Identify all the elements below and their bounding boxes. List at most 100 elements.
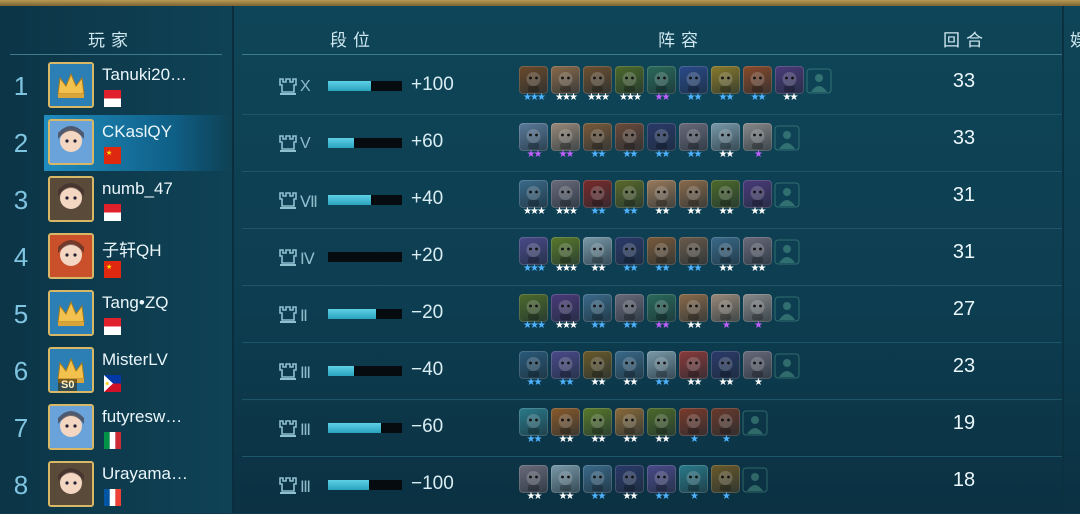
player-name[interactable]: CKaslQY bbox=[102, 122, 172, 142]
unit-portrait[interactable]: ★ bbox=[710, 294, 741, 332]
leaderboard-row[interactable]: 5 Tang•ZQ Ⅱ −20 ★★★ ★★★ ★★ ★★ ★★ ★★ ★ ★ 27 bbox=[0, 286, 1062, 343]
unit-portrait[interactable]: ★★ bbox=[678, 351, 709, 389]
leaderboard-row[interactable]: 7 futyresw… Ⅲ −60 ★★ ★★ ★★ ★★ ★★ ★ ★ 19 bbox=[0, 400, 1062, 457]
unit-portrait[interactable]: ★ bbox=[710, 408, 741, 446]
unit-portrait[interactable]: ★★ bbox=[678, 180, 709, 218]
unit-portrait[interactable]: ★★ bbox=[518, 351, 549, 389]
unit-portrait[interactable]: ★★ bbox=[646, 180, 677, 218]
leaderboard-row[interactable]: 6 S0 MisterLV Ⅲ −40 ★★ ★★ ★★ ★★ ★★ ★★ ★★ ★ 23 bbox=[0, 343, 1062, 400]
player-name[interactable]: 子轩QH bbox=[102, 236, 162, 261]
unit-portrait[interactable]: ★★★ bbox=[550, 294, 581, 332]
unit-portrait[interactable]: ★★ bbox=[582, 123, 613, 161]
unit-portrait[interactable]: ★★★ bbox=[614, 66, 645, 104]
unit-portrait[interactable]: ★★★ bbox=[518, 66, 549, 104]
unit-portrait[interactable]: ★★ bbox=[646, 351, 677, 389]
unit-portrait[interactable]: ★★ bbox=[614, 237, 645, 275]
player-avatar[interactable]: S0 bbox=[48, 347, 94, 393]
unit-face-icon bbox=[711, 294, 740, 322]
unit-portrait[interactable]: ★★ bbox=[646, 66, 677, 104]
unit-star-level: ★ bbox=[722, 434, 731, 445]
unit-portrait[interactable]: ★★ bbox=[646, 237, 677, 275]
unit-face-icon bbox=[679, 351, 708, 379]
unit-portrait[interactable]: ★★ bbox=[678, 294, 709, 332]
unit-portrait[interactable]: ★ bbox=[742, 351, 773, 389]
leaderboard-row[interactable]: 3 numb_47 Ⅶ +40 ★★★ ★★★ ★★ ★★ ★★ ★★ ★★ ★★ 31 bbox=[0, 172, 1062, 229]
unit-portrait[interactable]: ★ bbox=[742, 123, 773, 161]
leaderboard-row[interactable]: 2 CKaslQY ★ V +60 ★★ ★★ ★★ ★★ ★★ ★★ ★★ ★ 33 bbox=[0, 115, 1062, 172]
unit-portrait[interactable]: ★★★ bbox=[582, 66, 613, 104]
player-name[interactable]: MisterLV bbox=[102, 350, 168, 370]
unit-portrait[interactable]: ★★ bbox=[678, 237, 709, 275]
unit-portrait[interactable]: ★★ bbox=[582, 351, 613, 389]
unit-portrait[interactable]: ★★ bbox=[710, 66, 741, 104]
player-name[interactable]: Tanuki20… bbox=[102, 65, 187, 85]
unit-portrait[interactable]: ★ bbox=[710, 465, 741, 503]
unit-portrait[interactable]: ★★ bbox=[582, 294, 613, 332]
unit-portrait[interactable]: ★★ bbox=[582, 408, 613, 446]
leaderboard-row[interactable]: 4 子轩QH ★ Ⅳ +20 ★★★ ★★★ ★★ ★★ ★★ ★★ ★★ ★★ 31 bbox=[0, 229, 1062, 286]
unit-lineup: ★★★ ★★★ ★★ ★★ ★★ ★★ ★★ ★★ bbox=[518, 180, 773, 218]
unit-portrait[interactable]: ★★★ bbox=[518, 180, 549, 218]
rating-change: +60 bbox=[411, 131, 444, 152]
empty-slot-icon bbox=[742, 410, 768, 436]
unit-portrait[interactable]: ★★ bbox=[550, 465, 581, 503]
unit-portrait[interactable]: ★★ bbox=[710, 237, 741, 275]
unit-star-level: ★★ bbox=[590, 320, 607, 331]
leaderboard-row[interactable]: 1 Tanuki20… X +100 ★★★ ★★★ ★★★ ★★★ ★★ ★★ ★★ ★★ ★★ 33 bbox=[0, 58, 1062, 115]
unit-portrait[interactable]: ★★ bbox=[678, 123, 709, 161]
unit-portrait[interactable]: ★★ bbox=[774, 66, 805, 104]
unit-portrait[interactable]: ★★ bbox=[710, 351, 741, 389]
unit-face-icon bbox=[551, 408, 580, 436]
player-avatar[interactable] bbox=[48, 233, 94, 279]
unit-star-level: ★★ bbox=[654, 377, 671, 388]
unit-portrait[interactable]: ★★ bbox=[646, 294, 677, 332]
unit-portrait[interactable]: ★★ bbox=[550, 351, 581, 389]
player-avatar[interactable] bbox=[48, 176, 94, 222]
empty-slot-icon bbox=[774, 353, 800, 379]
unit-portrait[interactable]: ★★ bbox=[582, 465, 613, 503]
unit-portrait[interactable]: ★★ bbox=[614, 123, 645, 161]
player-name[interactable]: Tang•ZQ bbox=[102, 293, 168, 313]
player-avatar[interactable] bbox=[48, 62, 94, 108]
unit-portrait[interactable]: ★★ bbox=[614, 465, 645, 503]
unit-face-icon bbox=[711, 123, 740, 151]
unit-portrait[interactable]: ★★ bbox=[646, 123, 677, 161]
unit-portrait[interactable]: ★★ bbox=[614, 180, 645, 218]
unit-portrait[interactable]: ★★ bbox=[646, 408, 677, 446]
player-name[interactable]: Urayama… bbox=[102, 464, 188, 484]
unit-portrait[interactable]: ★ bbox=[678, 465, 709, 503]
unit-portrait[interactable]: ★★ bbox=[646, 465, 677, 503]
unit-portrait[interactable]: ★★★ bbox=[518, 294, 549, 332]
unit-portrait[interactable]: ★★ bbox=[518, 408, 549, 446]
unit-portrait[interactable]: ★ bbox=[678, 408, 709, 446]
player-name[interactable]: futyresw… bbox=[102, 407, 182, 427]
unit-portrait[interactable]: ★★ bbox=[710, 123, 741, 161]
unit-portrait[interactable]: ★★★ bbox=[550, 180, 581, 218]
unit-portrait[interactable]: ★★ bbox=[742, 237, 773, 275]
player-name[interactable]: numb_47 bbox=[102, 179, 173, 199]
unit-portrait[interactable]: ★★ bbox=[550, 123, 581, 161]
unit-portrait[interactable]: ★★ bbox=[678, 66, 709, 104]
player-avatar[interactable] bbox=[48, 119, 94, 165]
unit-portrait[interactable]: ★★★ bbox=[518, 237, 549, 275]
unit-lineup: ★★ ★★ ★★ ★★ ★★ ★★ ★★ ★ bbox=[518, 351, 773, 389]
unit-portrait[interactable]: ★★ bbox=[518, 465, 549, 503]
unit-portrait[interactable]: ★★ bbox=[582, 180, 613, 218]
leaderboard-row[interactable]: 8 Urayama… Ⅲ −100 ★★ ★★ ★★ ★★ ★★ ★ ★ 18 bbox=[0, 457, 1062, 514]
unit-portrait[interactable]: ★★ bbox=[614, 351, 645, 389]
unit-portrait[interactable]: ★ bbox=[742, 294, 773, 332]
unit-face-icon bbox=[583, 351, 612, 379]
unit-portrait[interactable]: ★★ bbox=[550, 408, 581, 446]
unit-portrait[interactable]: ★★ bbox=[614, 294, 645, 332]
unit-portrait[interactable]: ★★ bbox=[742, 66, 773, 104]
unit-portrait[interactable]: ★★★ bbox=[550, 237, 581, 275]
unit-portrait[interactable]: ★★ bbox=[710, 180, 741, 218]
player-avatar[interactable] bbox=[48, 404, 94, 450]
unit-portrait[interactable]: ★★ bbox=[518, 123, 549, 161]
unit-portrait[interactable]: ★★ bbox=[614, 408, 645, 446]
player-avatar[interactable] bbox=[48, 461, 94, 507]
player-avatar[interactable] bbox=[48, 290, 94, 336]
unit-portrait[interactable]: ★★★ bbox=[550, 66, 581, 104]
unit-portrait[interactable]: ★★ bbox=[742, 180, 773, 218]
unit-portrait[interactable]: ★★ bbox=[582, 237, 613, 275]
